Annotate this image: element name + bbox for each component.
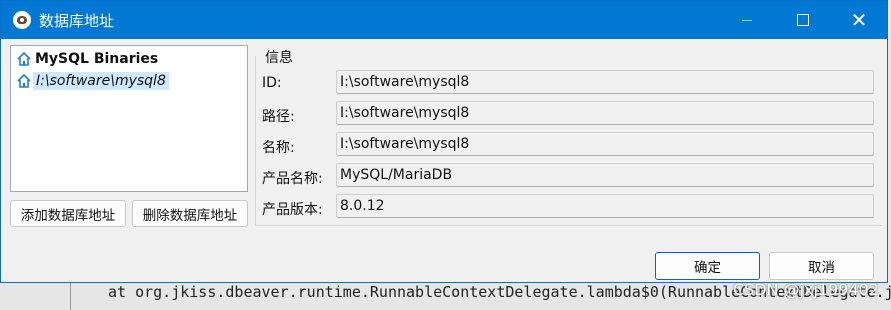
database-location-tree[interactable]: MySQL Binaries I:\software\mysql8 bbox=[10, 45, 248, 192]
cancel-button[interactable]: 取消 bbox=[769, 252, 874, 280]
id-label: ID: bbox=[262, 75, 282, 91]
home-icon bbox=[17, 73, 31, 88]
tree-item-mysql-binaries[interactable]: MySQL Binaries bbox=[11, 48, 247, 70]
name-label: 名称: bbox=[262, 140, 295, 156]
add-database-location-button[interactable]: 添加数据库地址 bbox=[10, 200, 126, 227]
window-title: 数据库地址 bbox=[39, 11, 115, 30]
id-field[interactable]: I:\software\mysql8 bbox=[336, 70, 874, 94]
home-icon bbox=[17, 51, 31, 66]
ok-button[interactable]: 确定 bbox=[655, 252, 760, 280]
name-field[interactable]: I:\software\mysql8 bbox=[336, 132, 874, 156]
tree-item-label: I:\software\mysql8 bbox=[33, 72, 169, 90]
product-name-label: 产品名称: bbox=[262, 171, 323, 187]
dbeaver-app-icon bbox=[13, 11, 31, 29]
path-label: 路径: bbox=[262, 109, 295, 125]
delete-database-location-button[interactable]: 删除数据库地址 bbox=[132, 200, 248, 227]
tree-item-mysql8-path[interactable]: I:\software\mysql8 bbox=[11, 70, 247, 92]
product-version-field[interactable]: 8.0.12 bbox=[336, 194, 874, 218]
window-controls: ✕ bbox=[719, 1, 887, 39]
close-icon: ✕ bbox=[850, 8, 868, 32]
maximize-icon bbox=[797, 14, 809, 26]
tree-item-label: MySQL Binaries bbox=[35, 51, 159, 67]
path-field[interactable]: I:\software\mysql8 bbox=[336, 101, 874, 125]
close-button[interactable]: ✕ bbox=[831, 1, 887, 39]
maximize-button[interactable] bbox=[775, 1, 831, 39]
product-version-label: 产品版本: bbox=[262, 202, 323, 218]
product-name-field[interactable]: MySQL/MariaDB bbox=[336, 163, 874, 187]
info-group-title: 信息 bbox=[263, 47, 295, 67]
background-divider bbox=[70, 282, 71, 310]
minimize-icon bbox=[742, 19, 752, 21]
title-bar[interactable]: 数据库地址 ✕ bbox=[1, 1, 887, 39]
minimize-button[interactable] bbox=[719, 1, 775, 39]
